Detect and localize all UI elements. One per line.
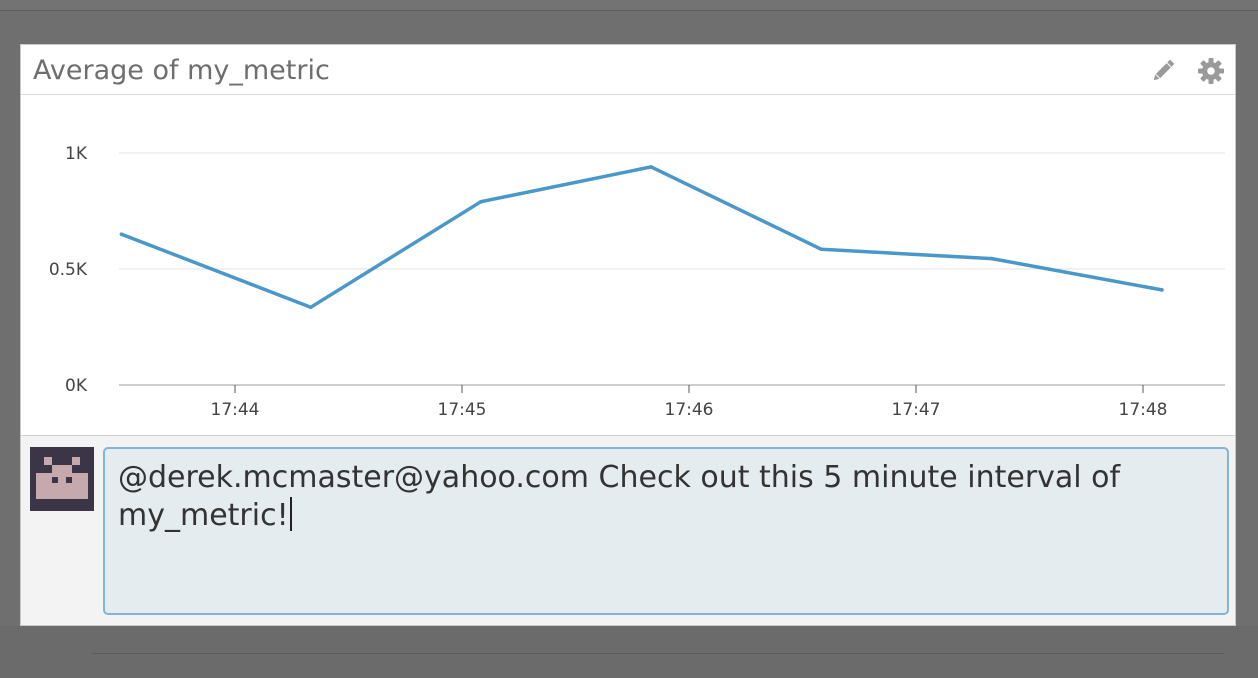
comment-text[interactable]: @derek.mcmaster@yahoo.com Check out this… (118, 459, 1208, 535)
avatar (30, 447, 94, 511)
data-point (479, 199, 483, 204)
chart-area: 0K 0.5K 1K 17:44 17:45 17:46 17:47 17:48 (21, 95, 1235, 435)
background-divider (92, 653, 1224, 654)
graph-widget: Average of my_metric 0K 0.5K 1K 17:44 17… (20, 44, 1236, 626)
background-panel (0, 626, 1258, 678)
x-tick-label: 17:44 (211, 400, 260, 420)
x-tick-label: 17:48 (1119, 400, 1168, 420)
x-tick-label: 17:47 (892, 400, 941, 420)
gear-icon[interactable] (1197, 57, 1225, 85)
text-caret (289, 497, 292, 531)
pencil-icon[interactable] (1149, 57, 1177, 85)
page: Average of my_metric 0K 0.5K 1K 17:44 17… (0, 0, 1258, 678)
comment-panel: @derek.mcmaster@yahoo.com Check out this… (21, 435, 1235, 625)
y-tick-label: 0K (65, 376, 88, 396)
widget-title: Average of my_metric (33, 55, 330, 86)
widget-header: Average of my_metric (21, 45, 1235, 95)
comment-input[interactable]: @derek.mcmaster@yahoo.com Check out this… (103, 447, 1229, 615)
x-tick-label: 17:45 (438, 400, 487, 420)
data-point (119, 232, 124, 236)
data-point (1160, 288, 1164, 292)
data-point (649, 165, 653, 169)
series-line (119, 165, 1164, 310)
data-point (308, 305, 313, 310)
data-point (989, 256, 994, 261)
y-tick-label: 1K (65, 144, 88, 164)
top-strip (0, 0, 1258, 11)
line-chart: 0K 0.5K 1K 17:44 17:45 17:46 17:47 17:48 (49, 144, 1225, 420)
y-tick-label: 0.5K (49, 260, 88, 280)
comment-text-content: @derek.mcmaster@yahoo.com Check out this… (118, 460, 1121, 533)
data-point (819, 247, 824, 252)
x-tick-label: 17:46 (665, 400, 714, 420)
